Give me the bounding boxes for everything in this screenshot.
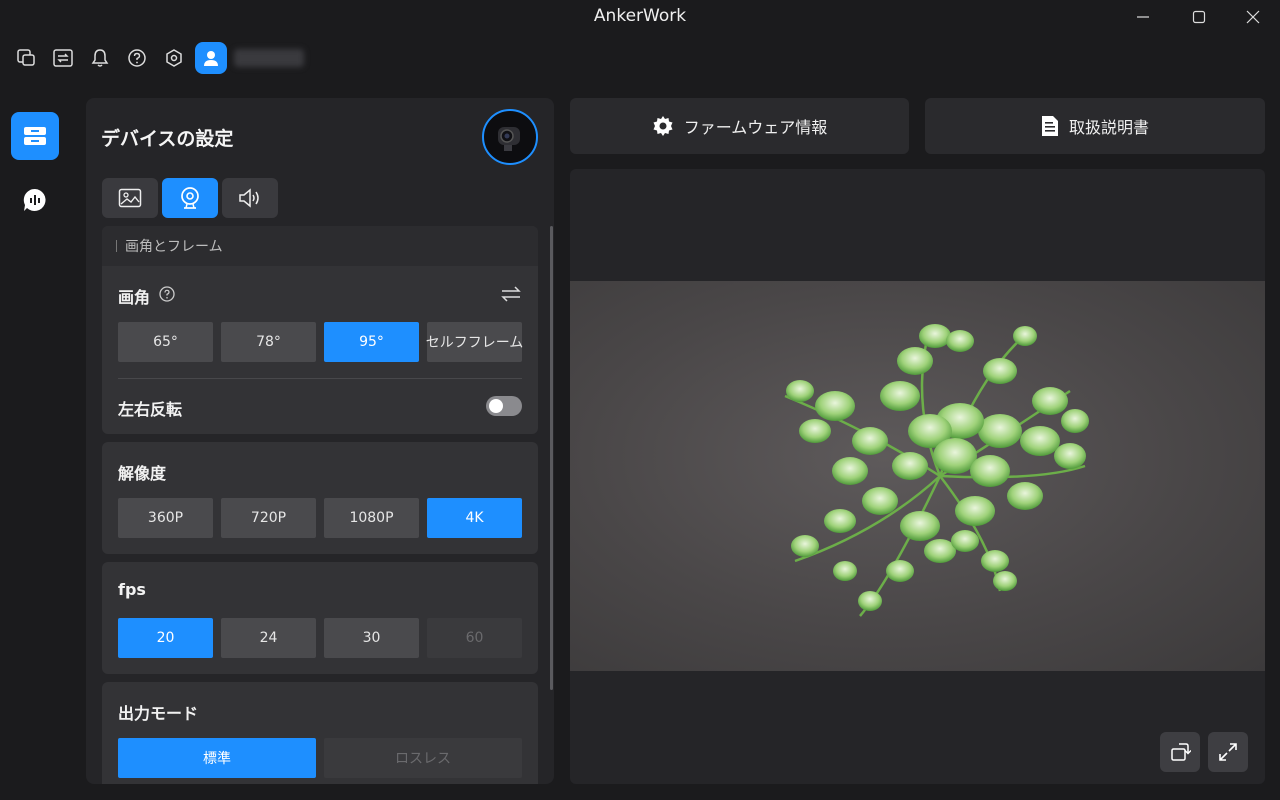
hexagon-settings-icon[interactable] xyxy=(162,46,186,70)
resolution-option-720p[interactable]: 720P xyxy=(221,498,316,538)
bell-icon[interactable] xyxy=(88,46,112,70)
minimize-icon xyxy=(1137,16,1149,18)
gear-icon xyxy=(653,116,673,136)
fullscreen-button[interactable] xyxy=(1208,732,1248,772)
image-icon xyxy=(118,188,142,208)
resolution-option-4k[interactable]: 4K xyxy=(427,498,522,538)
toggle-knob xyxy=(489,399,503,413)
rail-device-button[interactable] xyxy=(11,112,59,160)
close-button[interactable] xyxy=(1230,4,1276,30)
plant-image xyxy=(784,324,1089,617)
speaker-icon xyxy=(239,188,259,208)
resolution-option-360p[interactable]: 360P xyxy=(118,498,213,538)
window-switch-icon[interactable] xyxy=(14,46,38,70)
fov-frame-section: 画角とフレーム 画角 65° 78° 95° セルフフレーム 左右反転 xyxy=(102,226,538,434)
user-icon xyxy=(204,51,218,66)
fps-option-20[interactable]: 20 xyxy=(118,618,213,658)
avatar[interactable] xyxy=(195,42,227,74)
fov-option-65[interactable]: 65° xyxy=(118,322,213,362)
settings-scrollbar[interactable] xyxy=(550,226,553,690)
mirror-toggle[interactable] xyxy=(486,396,522,416)
manual-button[interactable]: 取扱説明書 xyxy=(925,98,1265,154)
tab-audio[interactable] xyxy=(222,178,278,218)
swap-icon[interactable] xyxy=(51,46,75,70)
voice-bubble-icon xyxy=(23,188,46,211)
title-bar: AnkerWork xyxy=(0,0,1280,34)
firmware-info-label: ファームウェア情報 xyxy=(683,118,828,137)
help-icon[interactable] xyxy=(158,285,176,303)
fov-option-95[interactable]: 95° xyxy=(324,322,419,362)
username-blurred xyxy=(234,49,304,67)
webcam-icon xyxy=(181,187,199,209)
divider xyxy=(118,378,522,379)
section-header: 画角とフレーム xyxy=(102,226,538,266)
manual-label: 取扱説明書 xyxy=(1068,118,1149,137)
fps-option-60: 60 xyxy=(427,618,522,658)
resolution-option-1080p[interactable]: 1080P xyxy=(324,498,419,538)
rail-audio-button[interactable] xyxy=(11,176,59,224)
rotate-button[interactable] xyxy=(1160,732,1200,772)
camera-preview-image xyxy=(570,281,1265,671)
fov-option-78[interactable]: 78° xyxy=(221,322,316,362)
output-mode-section: 出力モード 標準 ロスレス xyxy=(102,682,538,784)
section-header-label: 画角とフレーム xyxy=(125,239,223,255)
fov-label: 画角 xyxy=(118,284,150,308)
fov-option-selfframe[interactable]: セルフフレーム xyxy=(426,322,523,362)
output-option-standard[interactable]: 標準 xyxy=(118,738,316,778)
device-thumbnail[interactable] xyxy=(482,109,538,165)
fps-label: fps xyxy=(118,580,146,599)
expand-icon xyxy=(1219,743,1237,761)
webcam-device-icon xyxy=(498,127,520,151)
app-title: AnkerWork xyxy=(593,6,687,26)
camera-preview-panel xyxy=(570,169,1265,784)
resolution-label: 解像度 xyxy=(118,464,167,483)
tab-webcam[interactable] xyxy=(162,178,218,218)
fps-section: fps 20 24 30 60 xyxy=(102,562,538,674)
maximize-button[interactable] xyxy=(1176,4,1222,30)
fov-label-text: 画角 xyxy=(118,288,151,307)
document-icon xyxy=(1041,116,1058,136)
device-settings-panel: デバイスの設定 画角とフレーム 画角 65° 78° 95° セルフフレーム 左… xyxy=(86,98,554,784)
panel-title: デバイスの設定 xyxy=(101,128,234,150)
maximize-icon xyxy=(1192,10,1206,24)
fps-option-30[interactable]: 30 xyxy=(324,618,419,658)
device-drawer-icon xyxy=(24,127,46,145)
fps-option-24[interactable]: 24 xyxy=(221,618,316,658)
firmware-info-button[interactable]: ファームウェア情報 xyxy=(570,98,909,154)
tab-image[interactable] xyxy=(102,178,158,218)
resolution-section: 解像度 360P 720P 1080P 4K xyxy=(102,442,538,554)
close-icon xyxy=(1246,10,1260,24)
mirror-label: 左右反転 xyxy=(118,400,183,419)
rotate-screen-icon xyxy=(1171,743,1191,761)
swap-arrows-icon[interactable] xyxy=(500,284,522,304)
output-mode-label: 出力モード xyxy=(118,704,199,723)
minimize-button[interactable] xyxy=(1120,4,1166,30)
output-option-lossless: ロスレス xyxy=(324,738,522,778)
help-icon[interactable] xyxy=(125,46,149,70)
